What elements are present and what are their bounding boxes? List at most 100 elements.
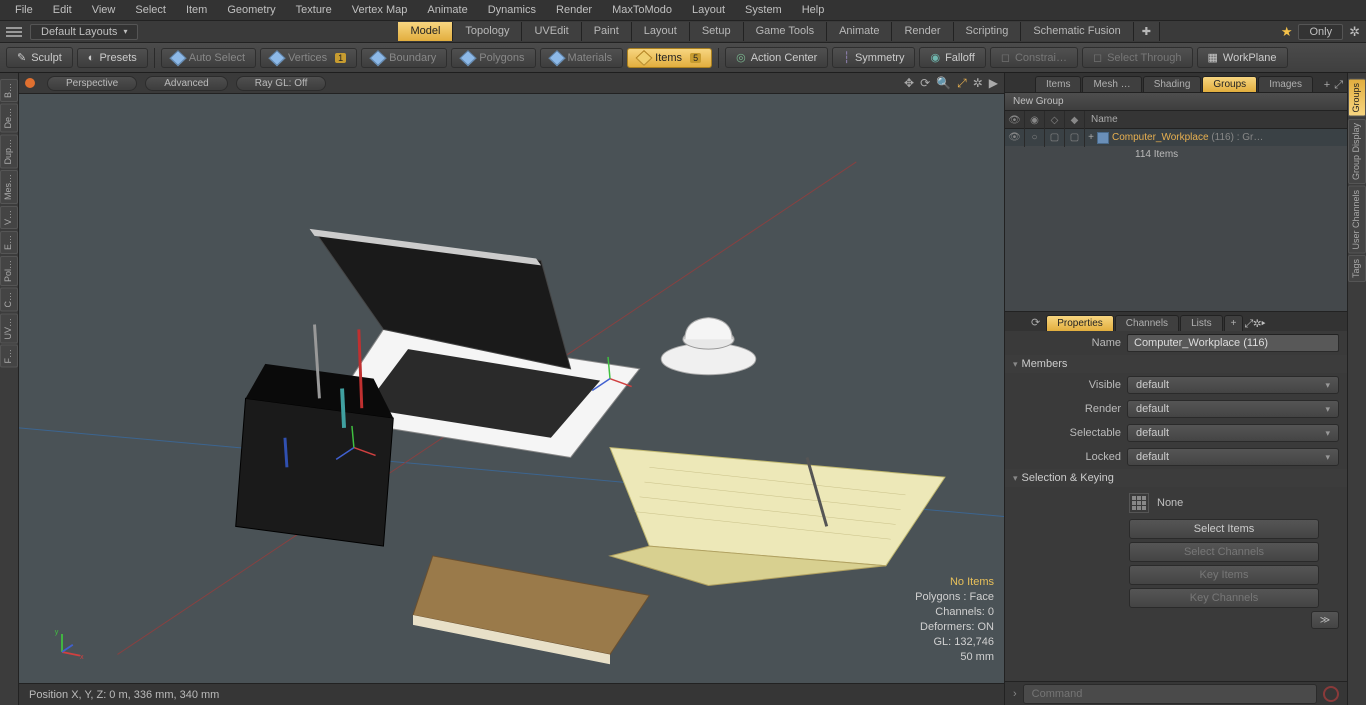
tab-scripting[interactable]: Scripting [954, 22, 1022, 41]
col-render-icon[interactable]: ◉ [1025, 111, 1045, 129]
move-icon[interactable]: ✥ [904, 76, 914, 91]
rtab-images[interactable]: Images [1258, 76, 1313, 92]
select-channels-button[interactable]: Select Channels [1129, 542, 1319, 562]
selkey-section[interactable]: Selection & Keying [1005, 469, 1347, 487]
strip-edge[interactable]: E… [0, 231, 18, 254]
col-select-icon[interactable]: ◇ [1045, 111, 1065, 129]
menu-vertexmap[interactable]: Vertex Map [343, 2, 417, 18]
strip-f[interactable]: F… [0, 345, 18, 368]
rtab-shading[interactable]: Shading [1143, 76, 1202, 92]
tab-model[interactable]: Model [398, 22, 453, 41]
refresh-icon[interactable]: ⟳ [1025, 314, 1046, 331]
key-channels-button[interactable]: Key Channels [1129, 588, 1319, 608]
strip-curve[interactable]: C… [0, 288, 18, 312]
select-through-button[interactable]: ◻Select Through [1082, 47, 1193, 68]
ptab-properties[interactable]: Properties [1046, 315, 1114, 331]
viewport-raygl-dropdown[interactable]: Ray GL: Off [236, 76, 327, 91]
locked-dropdown[interactable]: default [1127, 448, 1339, 466]
strip-vertex[interactable]: V… [0, 206, 18, 229]
polygons-button[interactable]: Polygons [451, 48, 535, 68]
ptab-lists[interactable]: Lists [1180, 315, 1223, 331]
tab-animate[interactable]: Animate [827, 22, 892, 41]
tab-topology[interactable]: Topology [453, 22, 522, 41]
name-field[interactable] [1127, 334, 1339, 352]
members-section[interactable]: Members [1005, 355, 1347, 373]
strip-deform[interactable]: De… [0, 104, 18, 133]
zoom-icon[interactable]: 🔍 [936, 76, 951, 91]
menu-maxtomodo[interactable]: MaxToModo [603, 2, 681, 18]
tab-schematic[interactable]: Schematic Fusion [1021, 22, 1133, 41]
boundary-button[interactable]: Boundary [361, 48, 447, 68]
constrain-button[interactable]: ◻Constrai… [990, 47, 1078, 68]
workplane-button[interactable]: ▦WorkPlane [1197, 47, 1288, 68]
layouts-dropdown[interactable]: Default Layouts▾ [30, 24, 138, 40]
strip-uv[interactable]: UV… [0, 314, 18, 344]
layout-menu-icon[interactable] [6, 27, 22, 37]
selection-none[interactable]: None [1129, 493, 1339, 513]
strip-tags[interactable]: Tags [1348, 255, 1366, 282]
strip-polygon[interactable]: Pol… [0, 256, 18, 286]
fit-icon[interactable]: ⤢ [957, 76, 967, 91]
tab-render[interactable]: Render [892, 22, 953, 41]
items-list[interactable]: 👁 ○ ▢ ▢ + Computer_Workplace (116) : Gr…… [1005, 129, 1347, 311]
col-lock-icon[interactable]: ◆ [1065, 111, 1085, 129]
rtab-mesh[interactable]: Mesh … [1082, 76, 1141, 92]
strip-mesh[interactable]: Mes… [0, 170, 18, 204]
select-items-button[interactable]: Select Items [1129, 519, 1319, 539]
strip-duplicate[interactable]: Dup… [0, 135, 18, 169]
gear-icon[interactable]: ✲ [1349, 24, 1360, 40]
menu-help[interactable]: Help [793, 2, 834, 18]
menu-layout[interactable]: Layout [683, 2, 734, 18]
menu-geometry[interactable]: Geometry [218, 2, 284, 18]
strip-user-channels[interactable]: User Channels [1348, 186, 1366, 254]
items-button[interactable]: Items5 [627, 48, 712, 68]
close-icon[interactable]: ▸ [1261, 318, 1265, 330]
vertices-button[interactable]: Vertices1 [260, 48, 357, 68]
tab-paint[interactable]: Paint [582, 22, 632, 41]
row-select-icon[interactable]: ▢ [1045, 129, 1065, 147]
render-dropdown[interactable]: default [1127, 400, 1339, 418]
sculpt-button[interactable]: ✎Sculpt [6, 47, 73, 68]
axis-widget[interactable]: y x [53, 625, 89, 661]
command-input[interactable] [1023, 684, 1317, 704]
col-visible-icon[interactable]: 👁 [1005, 111, 1025, 129]
viewport-mode-dropdown[interactable]: Perspective [47, 76, 137, 91]
menu-edit[interactable]: Edit [44, 2, 81, 18]
tab-setup[interactable]: Setup [690, 22, 744, 41]
record-icon[interactable] [1323, 686, 1339, 702]
auto-select-button[interactable]: Auto Select [161, 48, 256, 68]
menu-system[interactable]: System [736, 2, 791, 18]
visible-dropdown[interactable]: default [1127, 376, 1339, 394]
strip-group-display[interactable]: Group Display [1348, 119, 1366, 184]
menu-texture[interactable]: Texture [287, 2, 341, 18]
menu-render[interactable]: Render [547, 2, 601, 18]
gear-icon[interactable]: ✲ [973, 76, 983, 91]
key-items-button[interactable]: Key Items [1129, 565, 1319, 585]
viewport-3d[interactable]: No Items Polygons : Face Channels: 0 Def… [19, 94, 1004, 683]
tab-layout[interactable]: Layout [632, 22, 690, 41]
rtab-groups[interactable]: Groups [1202, 76, 1257, 92]
menu-file[interactable]: File [6, 2, 42, 18]
tab-add[interactable]: ✚ [1134, 22, 1160, 41]
forward-button[interactable]: ≫ [1311, 611, 1339, 629]
expand-icon[interactable]: + [1085, 132, 1097, 143]
tab-uvedit[interactable]: UVEdit [522, 22, 581, 41]
list-item[interactable]: 👁 ○ ▢ ▢ + Computer_Workplace (116) : Gr… [1005, 129, 1347, 146]
menu-dynamics[interactable]: Dynamics [479, 2, 545, 18]
rtab-items[interactable]: Items [1035, 76, 1081, 92]
materials-button[interactable]: Materials [540, 48, 624, 68]
symmetry-button[interactable]: ┆Symmetry [832, 47, 915, 68]
strip-groups[interactable]: Groups [1348, 79, 1366, 117]
action-center-button[interactable]: ◎Action Center [725, 47, 828, 68]
rotate-icon[interactable]: ⟳ [920, 76, 930, 91]
ptab-add[interactable]: + [1224, 315, 1244, 331]
next-icon[interactable]: ▶ [989, 76, 998, 91]
row-lock-icon[interactable]: ▢ [1065, 129, 1085, 147]
new-group-button[interactable]: New Group [1005, 93, 1347, 111]
menu-view[interactable]: View [83, 2, 125, 18]
menu-item[interactable]: Item [177, 2, 216, 18]
row-visible-icon[interactable]: 👁 [1005, 129, 1025, 147]
expand-icon[interactable]: ⤢ [1244, 318, 1253, 330]
plus-icon[interactable]: + [1324, 79, 1330, 92]
only-toggle[interactable]: Only [1298, 24, 1343, 40]
